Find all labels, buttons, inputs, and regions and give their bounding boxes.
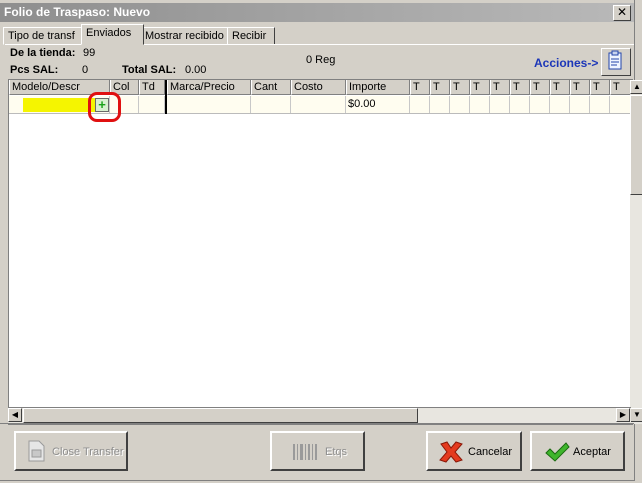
- scroll-up-button[interactable]: ▲: [630, 80, 642, 94]
- accept-button[interactable]: Aceptar: [530, 431, 625, 471]
- tab-enviados[interactable]: Enviados: [81, 24, 144, 45]
- close-transfer-button[interactable]: Close Transfer: [14, 431, 128, 471]
- green-check-icon: [545, 442, 570, 462]
- close-button[interactable]: ✕: [613, 5, 631, 21]
- cancel-button[interactable]: Cancelar: [426, 431, 522, 471]
- title-bar: Folio de Traspaso: Nuevo ✕: [0, 3, 634, 22]
- total-label: Total SAL:: [122, 64, 177, 76]
- scroll-right-button[interactable]: ▶: [616, 408, 630, 422]
- horizontal-scrollbar[interactable]: ◀ ▶: [8, 407, 631, 423]
- red-x-icon: [439, 441, 463, 463]
- transfer-window: Folio de Traspaso: Nuevo ✕ Tipo de trans…: [0, 0, 642, 481]
- items-grid: Modelo/Descr Col Td Marca/Precio Cant Co…: [8, 79, 633, 425]
- cell-cant[interactable]: [251, 96, 291, 113]
- cell-t[interactable]: [530, 96, 550, 113]
- cell-col[interactable]: [110, 96, 139, 113]
- vertical-scrollbar[interactable]: ▲ ▼: [630, 80, 642, 424]
- etqs-button[interactable]: Etqs: [270, 431, 365, 471]
- etqs-label: Etqs: [325, 446, 348, 458]
- col-t[interactable]: T: [570, 80, 590, 95]
- cell-t[interactable]: [430, 96, 450, 113]
- col-t[interactable]: T: [490, 80, 510, 95]
- col-td[interactable]: Td: [139, 80, 165, 95]
- horizontal-scroll-thumb[interactable]: [23, 408, 418, 423]
- col-t[interactable]: T: [610, 80, 632, 95]
- cell-t[interactable]: [570, 96, 590, 113]
- col-costo[interactable]: Costo: [291, 80, 346, 95]
- cell-t[interactable]: [550, 96, 570, 113]
- table-row[interactable]: + $0.00: [9, 92, 632, 122]
- footer-bar: Close Transfer Etqs Cancelar Aceptar: [0, 423, 634, 481]
- acciones-link[interactable]: Acciones->: [534, 56, 598, 70]
- col-t[interactable]: T: [510, 80, 530, 95]
- pcs-label: Pcs SAL:: [10, 64, 59, 76]
- col-t[interactable]: T: [590, 80, 610, 95]
- total-value: 0.00: [185, 64, 207, 76]
- col-t[interactable]: T: [410, 80, 430, 95]
- clipboard-button[interactable]: [601, 48, 631, 76]
- col-t[interactable]: T: [450, 80, 470, 95]
- cell-t[interactable]: [590, 96, 610, 113]
- cell-t[interactable]: [490, 96, 510, 113]
- col-importe[interactable]: Importe: [346, 80, 410, 95]
- cell-t[interactable]: [450, 96, 470, 113]
- cell-marca[interactable]: [167, 96, 251, 113]
- reg-count: 0 Reg: [306, 54, 336, 66]
- cancel-label: Cancelar: [468, 446, 513, 458]
- pcs-value: 0: [82, 64, 89, 76]
- tab-mostrar-recibido[interactable]: Mostrar recibido: [140, 27, 230, 45]
- tab-recibir[interactable]: Recibir: [227, 27, 275, 45]
- cell-importe[interactable]: $0.00: [346, 96, 410, 113]
- cell-t[interactable]: [470, 96, 490, 113]
- vertical-scroll-thumb[interactable]: [630, 95, 642, 195]
- cell-costo[interactable]: [291, 96, 346, 113]
- tab-tipo-transf[interactable]: Tipo de transf: [3, 27, 85, 45]
- cell-t[interactable]: [610, 96, 632, 113]
- store-label: De la tienda:: [10, 47, 76, 59]
- col-cant[interactable]: Cant: [251, 80, 291, 95]
- cell-t[interactable]: [410, 96, 430, 113]
- store-value: 99: [83, 47, 96, 59]
- enviados-panel: De la tienda: 99 Pcs SAL: 0 Total SAL: 0…: [5, 44, 642, 425]
- close-transfer-label: Close Transfer: [52, 446, 124, 458]
- clipboard-icon: [608, 50, 622, 70]
- document-icon: [28, 440, 45, 462]
- col-t[interactable]: T: [430, 80, 450, 95]
- cell-td[interactable]: [139, 96, 165, 113]
- col-marca-precio[interactable]: Marca/Precio: [167, 80, 251, 95]
- cell-t[interactable]: [510, 96, 530, 113]
- scroll-down-button[interactable]: ▼: [630, 408, 642, 422]
- col-t[interactable]: T: [470, 80, 490, 95]
- highlight-marker: [23, 98, 97, 112]
- accept-label: Aceptar: [573, 446, 611, 458]
- col-t[interactable]: T: [550, 80, 570, 95]
- col-t[interactable]: T: [530, 80, 550, 95]
- window-title: Folio de Traspaso: Nuevo: [4, 5, 151, 19]
- cell-modelo[interactable]: +: [9, 92, 121, 122]
- frozen-column-divider: [165, 80, 167, 114]
- barcode-icon: [293, 444, 317, 460]
- scroll-left-button[interactable]: ◀: [8, 408, 22, 422]
